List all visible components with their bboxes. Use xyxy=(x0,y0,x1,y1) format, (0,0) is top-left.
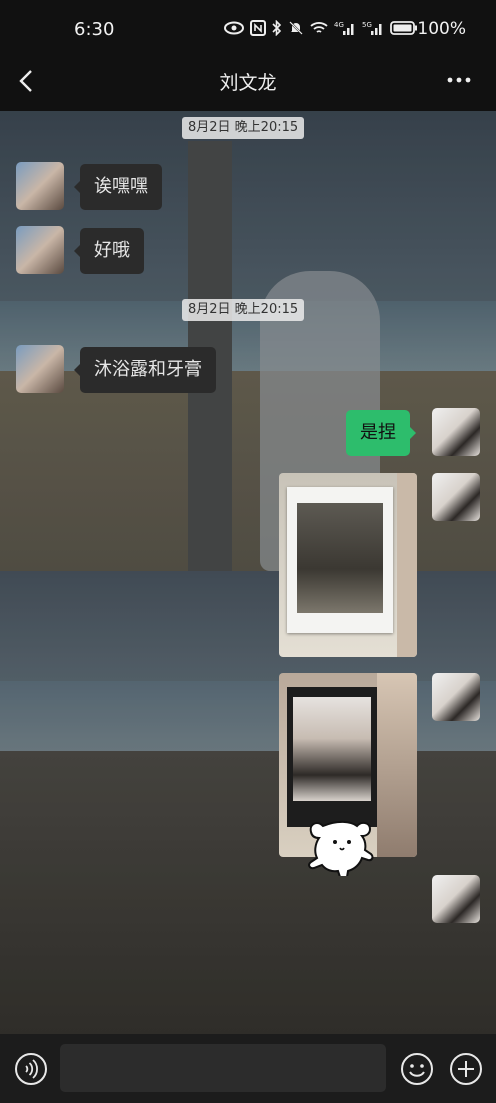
message-input[interactable] xyxy=(60,1044,386,1092)
message-bubble[interactable]: 诶嘿嘿 xyxy=(74,164,162,210)
photo-content xyxy=(293,697,371,801)
status-time: 6:30 xyxy=(74,19,115,40)
message-bubble[interactable]: 是捏 xyxy=(346,410,416,456)
nfc-icon xyxy=(250,20,266,36)
signal-icon: 5G xyxy=(362,21,382,35)
avatar[interactable] xyxy=(432,673,480,721)
battery-icon xyxy=(390,21,417,35)
avatar[interactable] xyxy=(432,875,480,923)
photo-content xyxy=(297,503,383,613)
photo-content xyxy=(287,687,377,827)
dog-sticker[interactable] xyxy=(303,812,379,876)
avatar[interactable] xyxy=(432,473,480,521)
avatar[interactable] xyxy=(16,226,64,274)
timestamp: 8月2日 晚上20:15 xyxy=(182,299,305,321)
status-icons: 4G 5G xyxy=(224,20,418,36)
avatar[interactable] xyxy=(16,345,64,393)
timestamp: 8月2日 晚上20:15 xyxy=(182,117,305,139)
more-icon[interactable] xyxy=(446,70,472,90)
image-message[interactable] xyxy=(279,473,417,657)
svg-text:4G: 4G xyxy=(334,21,344,29)
battery-percent: 100% xyxy=(417,19,466,39)
mute-bell-icon xyxy=(289,21,303,35)
eye-icon xyxy=(224,21,244,35)
chat-title: 刘文龙 xyxy=(219,72,277,94)
photo-content xyxy=(397,473,417,657)
avatar[interactable] xyxy=(432,408,480,456)
svg-text:5G: 5G xyxy=(362,21,372,29)
voice-icon[interactable] xyxy=(14,1052,48,1086)
bluetooth-icon xyxy=(272,20,282,36)
plus-icon[interactable] xyxy=(449,1052,483,1086)
wifi-icon xyxy=(310,22,328,33)
message-bubble[interactable]: 好哦 xyxy=(74,228,144,274)
photo-content xyxy=(287,487,393,633)
avatar[interactable] xyxy=(16,162,64,210)
signal-icon: 4G xyxy=(334,21,354,35)
message-bubble[interactable]: 沐浴露和牙膏 xyxy=(74,347,216,393)
emoji-icon[interactable] xyxy=(400,1052,434,1086)
photo-content xyxy=(377,673,417,857)
